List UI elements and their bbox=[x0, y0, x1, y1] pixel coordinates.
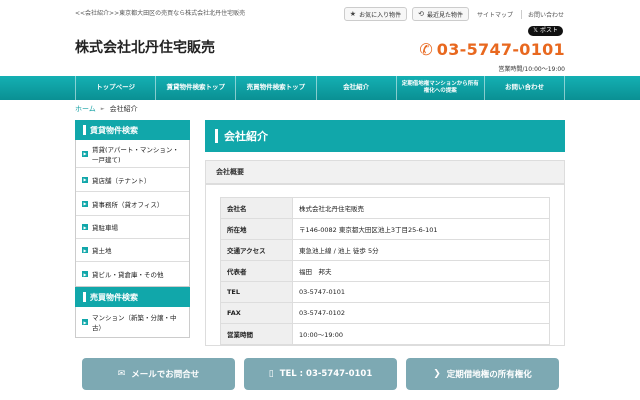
arrow-right-icon: ▶ bbox=[82, 200, 88, 207]
nav-leasehold-proposal[interactable]: 定期借地権マンションから所有権化への提案 bbox=[395, 76, 484, 100]
mail-contact-button[interactable]: ✉ メールでお問合せ bbox=[82, 358, 235, 390]
breadcrumb-home[interactable]: ホーム bbox=[75, 104, 96, 114]
bottom-action-bar: ✉ メールでお問合せ ▯ TEL : 03-5747-0101 ❯ 定期借地権の… bbox=[82, 358, 559, 390]
row-value: 03-5747-0102 bbox=[292, 302, 550, 324]
sidebar-item-label: 貸土地 bbox=[92, 247, 112, 255]
row-key: 交通アクセス bbox=[220, 239, 293, 261]
contact-link[interactable]: お問い合わせ bbox=[520, 9, 567, 19]
top-utility-links: ★ お気に入り物件 ⟲ 最近見た物件 サイトマップ お問い合わせ bbox=[343, 7, 567, 21]
global-nav: トップページ 賃貸物件検索トップ 売買物件検索トップ 会社紹介 定期借地権マンシ… bbox=[0, 76, 640, 100]
row-key: 会社名 bbox=[220, 197, 293, 219]
table-row: 会社名 株式会社北丹住宅販売 bbox=[220, 197, 550, 219]
leasehold-conversion-button[interactable]: ❯ 定期借地権の所有権化 bbox=[406, 358, 559, 390]
sidebar-item-rental-land[interactable]: ▶ 貸土地 bbox=[76, 239, 189, 262]
nav-company[interactable]: 会社紹介 bbox=[315, 76, 396, 100]
recent-label: 最近見た物件 bbox=[426, 11, 463, 19]
header-phone[interactable]: ✆ 03-5747-0101 bbox=[419, 40, 565, 59]
nav-contact[interactable]: お問い合わせ bbox=[483, 76, 566, 100]
arrow-right-icon: ▶ bbox=[82, 247, 88, 253]
sidebar-item-rental-store[interactable]: ▶ 貸店舗（テナント） bbox=[76, 168, 189, 192]
phone-number: 03-5747-0101 bbox=[436, 40, 565, 59]
arrow-right-icon: ▶ bbox=[82, 319, 88, 325]
breadcrumb-separator-icon: ► bbox=[100, 106, 105, 112]
row-key: 営業時間 bbox=[220, 323, 293, 345]
row-key: 所在地 bbox=[220, 218, 293, 240]
sidebar-item-rental-office[interactable]: ▶ 貸事務所（貸オフィス） bbox=[76, 192, 189, 216]
arrow-right-icon: ▶ bbox=[82, 271, 88, 277]
sidebar-item-label: 貸店舗（テナント） bbox=[92, 176, 151, 185]
row-value: 福田 邦夫 bbox=[292, 260, 550, 282]
row-key: FAX bbox=[220, 302, 293, 324]
phone-call-label: TEL : 03-5747-0101 bbox=[279, 369, 373, 379]
star-icon: ★ bbox=[349, 10, 357, 18]
mail-contact-label: メールでお問合せ bbox=[131, 370, 200, 380]
row-value: 東急池上線 / 池上 徒歩 5分 bbox=[292, 239, 550, 261]
site-tagline: <<会社紹介>>東京都大田区の売買なら株式会社北丹住宅販売 bbox=[75, 10, 246, 17]
sidebar-item-label: 賃貸(アパート・マンション・一戸建て) bbox=[92, 145, 179, 164]
row-key: 代表者 bbox=[220, 260, 293, 282]
nav-top[interactable]: トップページ bbox=[75, 76, 155, 100]
sidebar-item-label: 貸駐車場 bbox=[92, 224, 118, 232]
row-value: 株式会社北丹住宅販売 bbox=[292, 197, 550, 219]
sidebar-item-sale-mansion[interactable]: ▶ マンション（新築・分譲・中古） bbox=[76, 307, 189, 337]
row-value: 03-5747-0101 bbox=[292, 281, 550, 303]
table-row: FAX 03-5747-0102 bbox=[220, 302, 550, 324]
page-title-label: 会社紹介 bbox=[224, 130, 268, 143]
x-post-label: ポスト bbox=[539, 27, 558, 34]
main-content: 会社紹介 会社概要 会社名 株式会社北丹住宅販売 所在地 〒146-0082 東京都… bbox=[205, 120, 565, 346]
sale-list: ▶ マンション（新築・分譲・中古） bbox=[75, 307, 190, 338]
table-row: 営業時間 10:00〜19:00 bbox=[220, 323, 550, 345]
sidebar-item-rental-parking[interactable]: ▶ 貸駐車場 bbox=[76, 216, 189, 239]
arrow-right-icon: ▶ bbox=[82, 150, 88, 157]
phone-icon: ✆ bbox=[419, 39, 433, 59]
breadcrumb-current: 会社紹介 bbox=[109, 105, 138, 113]
arrow-right-icon: ▶ bbox=[82, 224, 88, 230]
history-icon: ⟲ bbox=[418, 10, 424, 18]
heading-marker-icon bbox=[83, 125, 86, 135]
phone-call-button[interactable]: ▯ TEL : 03-5747-0101 bbox=[244, 358, 397, 390]
table-row: 代表者 福田 邦夫 bbox=[220, 260, 550, 282]
sidebar-item-rental-building[interactable]: ▶ 貸ビル・貸倉庫・その他 bbox=[76, 262, 189, 286]
row-value: 〒146-0082 東京都大田区池上3丁目25-6-101 bbox=[292, 218, 550, 240]
sidebar-item-label: 貸ビル・貸倉庫・その他 bbox=[92, 271, 164, 279]
rental-search-heading: 賃貸物件検索 bbox=[75, 120, 190, 140]
company-name[interactable]: 株式会社北丹住宅販売 bbox=[75, 37, 215, 57]
company-overview-panel: 会社概要 会社名 株式会社北丹住宅販売 所在地 〒146-0082 東京都大田区池上… bbox=[205, 160, 565, 346]
x-logo-icon: 𝕏 bbox=[533, 27, 538, 34]
sidebar: 賃貸物件検索 ▶ 賃貸(アパート・マンション・一戸建て) ▶ 貸店舗（テナント）… bbox=[75, 120, 190, 338]
row-value: 10:00〜19:00 bbox=[292, 323, 550, 345]
favorites-button[interactable]: ★ お気に入り物件 bbox=[343, 7, 408, 21]
arrow-right-icon: ▶ bbox=[82, 176, 88, 183]
phone-icon: ▯ bbox=[268, 369, 274, 379]
mail-icon: ✉ bbox=[117, 369, 126, 379]
table-row: 所在地 〒146-0082 東京都大田区池上3丁目25-6-101 bbox=[220, 218, 550, 240]
panel-title: 会社概要 bbox=[206, 161, 564, 185]
sale-search-heading: 売買物件検索 bbox=[75, 287, 190, 307]
company-info-table: 会社名 株式会社北丹住宅販売 所在地 〒146-0082 東京都大田区池上3丁目25… bbox=[220, 197, 550, 345]
business-hours: 営業時間/10:00〜19:00 bbox=[498, 66, 565, 73]
leasehold-conversion-label: 定期借地権の所有権化 bbox=[446, 370, 532, 380]
nav-rental-search[interactable]: 賃貸物件検索トップ bbox=[155, 76, 235, 100]
sale-search-heading-label: 売買物件検索 bbox=[90, 292, 138, 302]
title-marker-icon bbox=[215, 129, 218, 143]
page-title: 会社紹介 bbox=[205, 120, 565, 152]
chevron-right-icon: ❯ bbox=[433, 369, 441, 379]
nav-sale-search[interactable]: 売買物件検索トップ bbox=[235, 76, 315, 100]
table-row: 交通アクセス 東急池上線 / 池上 徒歩 5分 bbox=[220, 239, 550, 261]
heading-marker-icon bbox=[83, 292, 86, 302]
favorites-label: お気に入り物件 bbox=[359, 11, 402, 19]
x-post-button[interactable]: 𝕏 ポスト bbox=[528, 26, 563, 36]
row-key: TEL bbox=[220, 281, 293, 303]
sitemap-link[interactable]: サイトマップ bbox=[474, 10, 516, 19]
breadcrumb: ホーム ► 会社紹介 bbox=[75, 104, 138, 114]
rental-list: ▶ 賃貸(アパート・マンション・一戸建て) ▶ 貸店舗（テナント） ▶ 貸事務所… bbox=[75, 140, 190, 287]
rental-search-heading-label: 賃貸物件検索 bbox=[90, 125, 138, 135]
table-row: TEL 03-5747-0101 bbox=[220, 281, 550, 303]
recent-button[interactable]: ⟲ 最近見た物件 bbox=[412, 7, 469, 21]
sidebar-item-label: 貸事務所（貸オフィス） bbox=[92, 200, 164, 209]
sidebar-item-rental-housing[interactable]: ▶ 賃貸(アパート・マンション・一戸建て) bbox=[76, 140, 189, 168]
sidebar-item-label: マンション（新築・分譲・中古） bbox=[92, 314, 177, 332]
